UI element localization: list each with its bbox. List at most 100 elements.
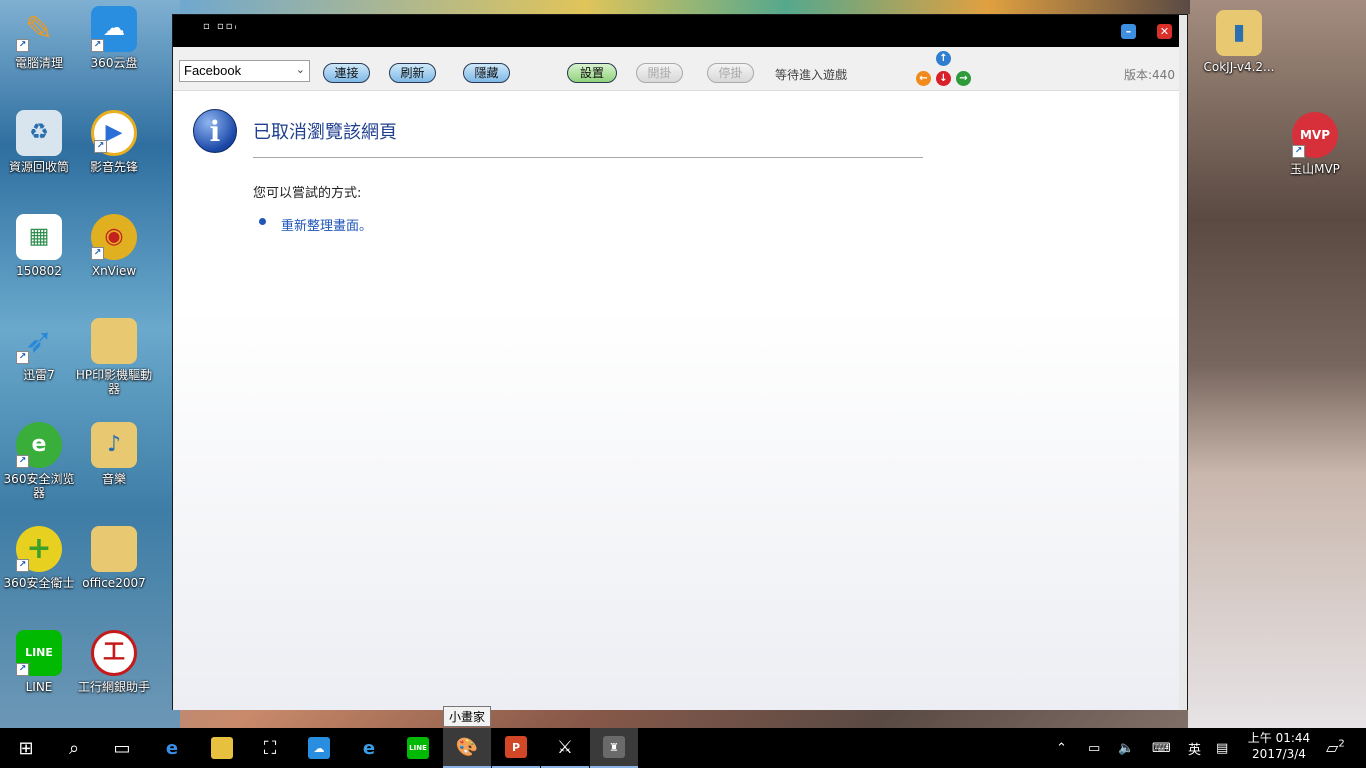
taskbar-game-helper[interactable]: ♜ xyxy=(590,728,638,768)
spreadsheet-icon: ▦ xyxy=(16,214,62,260)
title-bar[interactable]: ▫ ▫▫ᵢ – ✕ xyxy=(173,15,1187,47)
desktop-icon-label: 玉山MVP xyxy=(1290,162,1340,176)
desktop-icon-player[interactable]: ▶ ↗ 影音先锋 xyxy=(75,110,153,174)
refresh-page-link[interactable]: 重新整理畫面。 xyxy=(281,215,372,234)
task-view-button[interactable]: ▭ xyxy=(98,728,146,768)
desktop-icon-label: 電腦清理 xyxy=(14,56,63,70)
line-icon: LINE xyxy=(407,737,429,759)
notification-count: 2 xyxy=(1338,738,1345,750)
volume-icon[interactable]: 🔈 xyxy=(1118,728,1134,768)
desktop-icon-xunlei[interactable]: ➶ ↗ 迅雷7 xyxy=(0,318,78,382)
taskbar-powerpoint[interactable]: P xyxy=(492,728,540,768)
notification-icon: ▱ xyxy=(1326,738,1339,757)
page-title: 已取消瀏覽該網頁 xyxy=(253,122,397,143)
arrow-down-icon[interactable]: ↓ xyxy=(936,71,951,86)
powerpoint-icon: P xyxy=(505,736,527,758)
desktop-icon-cokjj[interactable]: ▮ CokJJ-v4.2... xyxy=(1200,10,1278,74)
start-hook-button[interactable]: 開掛 xyxy=(636,63,683,83)
server-select[interactable]: Facebook ⌄ xyxy=(179,60,310,82)
desktop-icon-label: 工行網銀助手 xyxy=(77,680,150,694)
desktop-icon-label: 迅雷7 xyxy=(23,368,55,382)
browser-icon: e ↗ xyxy=(16,422,62,468)
folder-icon xyxy=(91,526,137,572)
crossed-swords-icon: ⚔ xyxy=(556,736,574,758)
desktop-icon-360-cloud[interactable]: ☁ ↗ 360云盘 xyxy=(75,6,153,70)
connect-button[interactable]: 連接 xyxy=(323,63,370,83)
start-button[interactable]: ⊞ xyxy=(2,728,50,768)
scrollbar[interactable] xyxy=(1179,15,1187,710)
chevron-down-icon: ⌄ xyxy=(295,64,305,76)
desktop-icon-mvp[interactable]: MVP ↗ 玉山MVP xyxy=(1276,112,1354,176)
recycle-bin-icon: ♻ xyxy=(16,110,62,156)
status-text: 等待進入遊戲 xyxy=(775,68,848,82)
desktop-icon-label: office2007 xyxy=(82,576,146,590)
app-logo: ▫ ▫▫ᵢ xyxy=(203,21,239,32)
desktop-icon-label: 360安全衛士 xyxy=(3,576,75,590)
clock-time: 上午 01:44 xyxy=(1247,731,1311,745)
desktop-icon-spreadsheet[interactable]: ▦ 150802 xyxy=(0,214,78,278)
shield-plus-icon: + ↗ xyxy=(16,526,62,572)
desktop-icon-hp-folder[interactable]: HP印影機驅動器 xyxy=(75,318,153,396)
ime-mode-icon[interactable]: ▤ xyxy=(1216,728,1228,768)
taskbar-game[interactable]: ⚔ xyxy=(541,728,589,768)
arrow-up-icon[interactable]: ↑ xyxy=(936,51,951,66)
desktop-icon-360-guard[interactable]: + ↗ 360安全衛士 xyxy=(0,526,78,590)
desktop-icon-label: CokJJ-v4.2... xyxy=(1203,60,1275,74)
chevron-up-icon: ⌃ xyxy=(1056,740,1067,756)
taskbar-file-explorer[interactable] xyxy=(198,728,246,768)
desktop-icon-360-browser[interactable]: e ↗ 360安全浏览器 xyxy=(0,422,78,500)
keyboard-icon[interactable]: ⌨ xyxy=(1152,728,1171,768)
desktop-icon-office2007[interactable]: office2007 xyxy=(75,526,153,590)
app-window: ▫ ▫▫ᵢ – ✕ Facebook ⌄ 連接 刷新 隱藏 設置 開掛 停掛 等… xyxy=(172,14,1188,710)
taskbar-edge[interactable]: e xyxy=(148,728,196,768)
desktop-icon-label: XnView xyxy=(91,264,137,278)
paint-palette-icon: 🎨 xyxy=(455,736,479,758)
search-icon: ⌕ xyxy=(68,737,80,759)
desktop-icon-icbc[interactable]: 工 工行網銀助手 xyxy=(75,630,153,694)
show-hidden-icons-button[interactable]: ⌃ xyxy=(1056,728,1067,768)
desktop-icon-label: 影音先锋 xyxy=(89,160,138,174)
cloud-icon: ☁ xyxy=(308,737,330,759)
desktop-icon-recycle-bin[interactable]: ♻ 資源回收筒 xyxy=(0,110,78,174)
hide-button[interactable]: 隱藏 xyxy=(463,63,510,83)
battery-icon[interactable]: ▭ xyxy=(1088,728,1100,768)
castle-icon: ♜ xyxy=(603,736,625,758)
taskbar-paint[interactable]: 🎨 xyxy=(443,728,491,768)
ime-indicator[interactable]: 英 xyxy=(1188,728,1201,768)
taskbar-ie[interactable]: e xyxy=(345,728,393,768)
desktop-icon-label: HP印影機驅動器 xyxy=(75,368,153,396)
taskbar-store[interactable]: ⛶ xyxy=(246,728,294,768)
arrow-left-icon[interactable]: ← xyxy=(916,71,931,86)
taskbar-360-cloud[interactable]: ☁ xyxy=(295,728,343,768)
ie-icon: e xyxy=(362,737,376,759)
arrow-right-icon[interactable]: → xyxy=(956,71,971,86)
stop-hook-button[interactable]: 停掛 xyxy=(707,63,754,83)
bird-icon: ➶ ↗ xyxy=(16,318,62,364)
wallpaper-right xyxy=(1188,0,1366,730)
suggestion-heading: 您可以嘗試的方式: xyxy=(253,186,362,201)
store-icon: ⛶ xyxy=(263,737,277,759)
clock[interactable]: 上午 01:44 2017/3/4 xyxy=(1244,730,1314,762)
desktop-icon-label: 150802 xyxy=(16,264,62,278)
desktop-icon-cleaner[interactable]: ✎ ↗ 電腦清理 xyxy=(0,6,78,70)
refresh-button[interactable]: 刷新 xyxy=(389,63,436,83)
action-center-button[interactable]: ▱2 xyxy=(1326,738,1345,757)
search-button[interactable]: ⌕ xyxy=(50,728,98,768)
minimize-button[interactable]: – xyxy=(1121,24,1136,39)
desktop-icon-label: 360安全浏览器 xyxy=(3,472,75,500)
line-icon: LINE ↗ xyxy=(16,630,62,676)
taskbar-line[interactable]: LINE xyxy=(394,728,442,768)
info-icon: i xyxy=(193,109,237,153)
taskbar-tooltip: 小畫家 xyxy=(443,706,492,727)
desktop-icon-label: 資源回收筒 xyxy=(8,160,69,174)
play-icon: ▶ ↗ xyxy=(91,110,137,156)
desktop-icon-music[interactable]: ♪ 音樂 xyxy=(75,422,153,486)
broom-icon: ✎ ↗ xyxy=(16,6,62,52)
settings-button[interactable]: 設置 xyxy=(567,63,617,83)
desktop-icon-line[interactable]: LINE ↗ LINE xyxy=(0,630,78,694)
eye-icon: ◉ ↗ xyxy=(91,214,137,260)
divider xyxy=(253,157,923,158)
close-button[interactable]: ✕ xyxy=(1157,24,1172,39)
server-select-value: Facebook xyxy=(184,63,242,78)
desktop-icon-xnview[interactable]: ◉ ↗ XnView xyxy=(75,214,153,278)
